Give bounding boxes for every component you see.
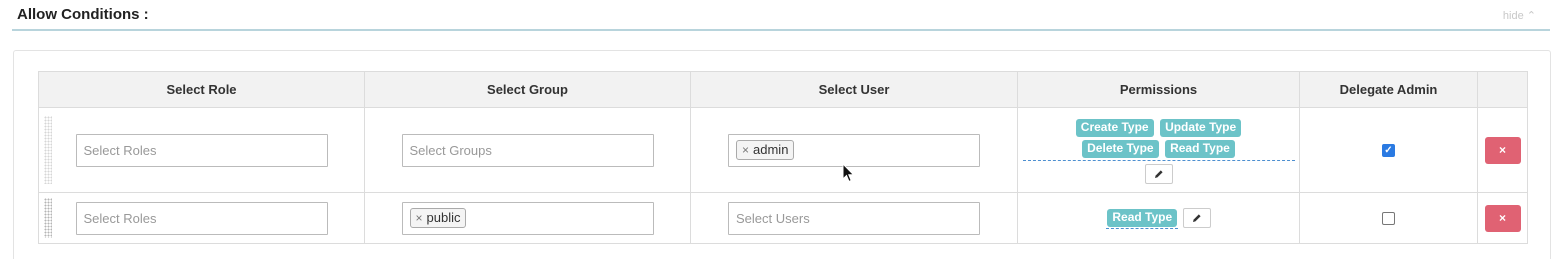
permission-tag: Read Type bbox=[1107, 208, 1178, 227]
permissions-cell: Read Type bbox=[1017, 192, 1300, 244]
header-delegate-admin: Delegate Admin bbox=[1299, 71, 1478, 108]
header-permissions: Permissions bbox=[1017, 71, 1300, 108]
section-header: Allow Conditions : hide ⌃ bbox=[12, 0, 1550, 31]
close-icon: × bbox=[1498, 142, 1506, 157]
permission-tag: Create Type bbox=[1075, 119, 1154, 137]
table-row: Select Roles × public Select Users Read … bbox=[38, 192, 1528, 244]
delegate-admin-cell: ✓ bbox=[1299, 107, 1478, 193]
check-icon: ✓ bbox=[1384, 144, 1393, 156]
header-select-user: Select User bbox=[690, 71, 1018, 108]
pencil-icon bbox=[1154, 170, 1163, 179]
actions-cell: × bbox=[1477, 107, 1528, 193]
permissions-tags[interactable]: Create Type Update Type Delete Type Read… bbox=[1022, 116, 1295, 161]
role-cell: Select Roles bbox=[38, 107, 365, 193]
permission-tag: Update Type bbox=[1160, 119, 1242, 137]
hide-toggle-link[interactable]: hide ⌃ bbox=[1503, 9, 1536, 22]
user-cell: Select Users bbox=[690, 192, 1018, 244]
permission-tag: Delete Type bbox=[1082, 140, 1159, 158]
close-icon: × bbox=[1498, 210, 1506, 225]
group-cell: Select Groups bbox=[364, 107, 691, 193]
permissions-cell: Create Type Update Type Delete Type Read… bbox=[1017, 107, 1300, 193]
remove-chip-icon[interactable]: × bbox=[742, 143, 749, 157]
header-select-group: Select Group bbox=[364, 71, 691, 108]
delete-row-button[interactable]: × bbox=[1484, 204, 1521, 232]
header-select-role: Select Role bbox=[38, 71, 365, 108]
pencil-icon bbox=[1192, 214, 1201, 223]
delegate-admin-cell bbox=[1299, 192, 1478, 244]
select-users-input[interactable]: Select Users bbox=[728, 201, 980, 235]
drag-handle-icon[interactable] bbox=[44, 198, 52, 238]
section-title: Allow Conditions : bbox=[17, 6, 149, 23]
select-roles-placeholder: Select Roles bbox=[83, 210, 157, 226]
permission-tag: Read Type bbox=[1165, 140, 1235, 158]
select-groups-placeholder: Select Groups bbox=[409, 142, 492, 158]
user-chip-label: admin bbox=[753, 142, 789, 157]
select-roles-placeholder: Select Roles bbox=[83, 142, 157, 158]
conditions-panel: Select Role Select Group Select User Per… bbox=[13, 50, 1551, 259]
select-users-placeholder: Select Users bbox=[736, 210, 810, 226]
remove-chip-icon[interactable]: × bbox=[416, 211, 423, 225]
table-row: Select Roles Select Groups × admin Creat… bbox=[38, 107, 1528, 193]
select-groups-input[interactable]: Select Groups bbox=[401, 133, 654, 167]
table-header-row: Select Role Select Group Select User Per… bbox=[38, 71, 1528, 108]
select-groups-input[interactable]: × public bbox=[401, 201, 654, 235]
delegate-admin-checkbox[interactable]: ✓ bbox=[1382, 143, 1395, 157]
group-chip-label: public bbox=[426, 210, 461, 225]
header-actions bbox=[1477, 71, 1528, 108]
user-chip-admin: × admin bbox=[736, 140, 795, 160]
edit-permissions-button[interactable] bbox=[1182, 208, 1211, 228]
role-cell: Select Roles bbox=[38, 192, 365, 244]
edit-permissions-button[interactable] bbox=[1144, 164, 1173, 184]
mouse-cursor-icon bbox=[842, 163, 855, 183]
delegate-admin-checkbox[interactable] bbox=[1382, 211, 1395, 225]
actions-cell: × bbox=[1477, 192, 1528, 244]
permissions-tags[interactable]: Read Type bbox=[1106, 208, 1179, 229]
select-roles-input[interactable]: Select Roles bbox=[75, 201, 328, 235]
group-cell: × public bbox=[364, 192, 691, 244]
delete-row-button[interactable]: × bbox=[1484, 136, 1521, 164]
select-roles-input[interactable]: Select Roles bbox=[75, 133, 328, 167]
drag-handle-icon[interactable] bbox=[44, 116, 52, 184]
group-chip-public: × public bbox=[409, 208, 467, 228]
conditions-table: Select Role Select Group Select User Per… bbox=[38, 71, 1528, 244]
select-users-input[interactable]: × admin bbox=[728, 133, 980, 167]
